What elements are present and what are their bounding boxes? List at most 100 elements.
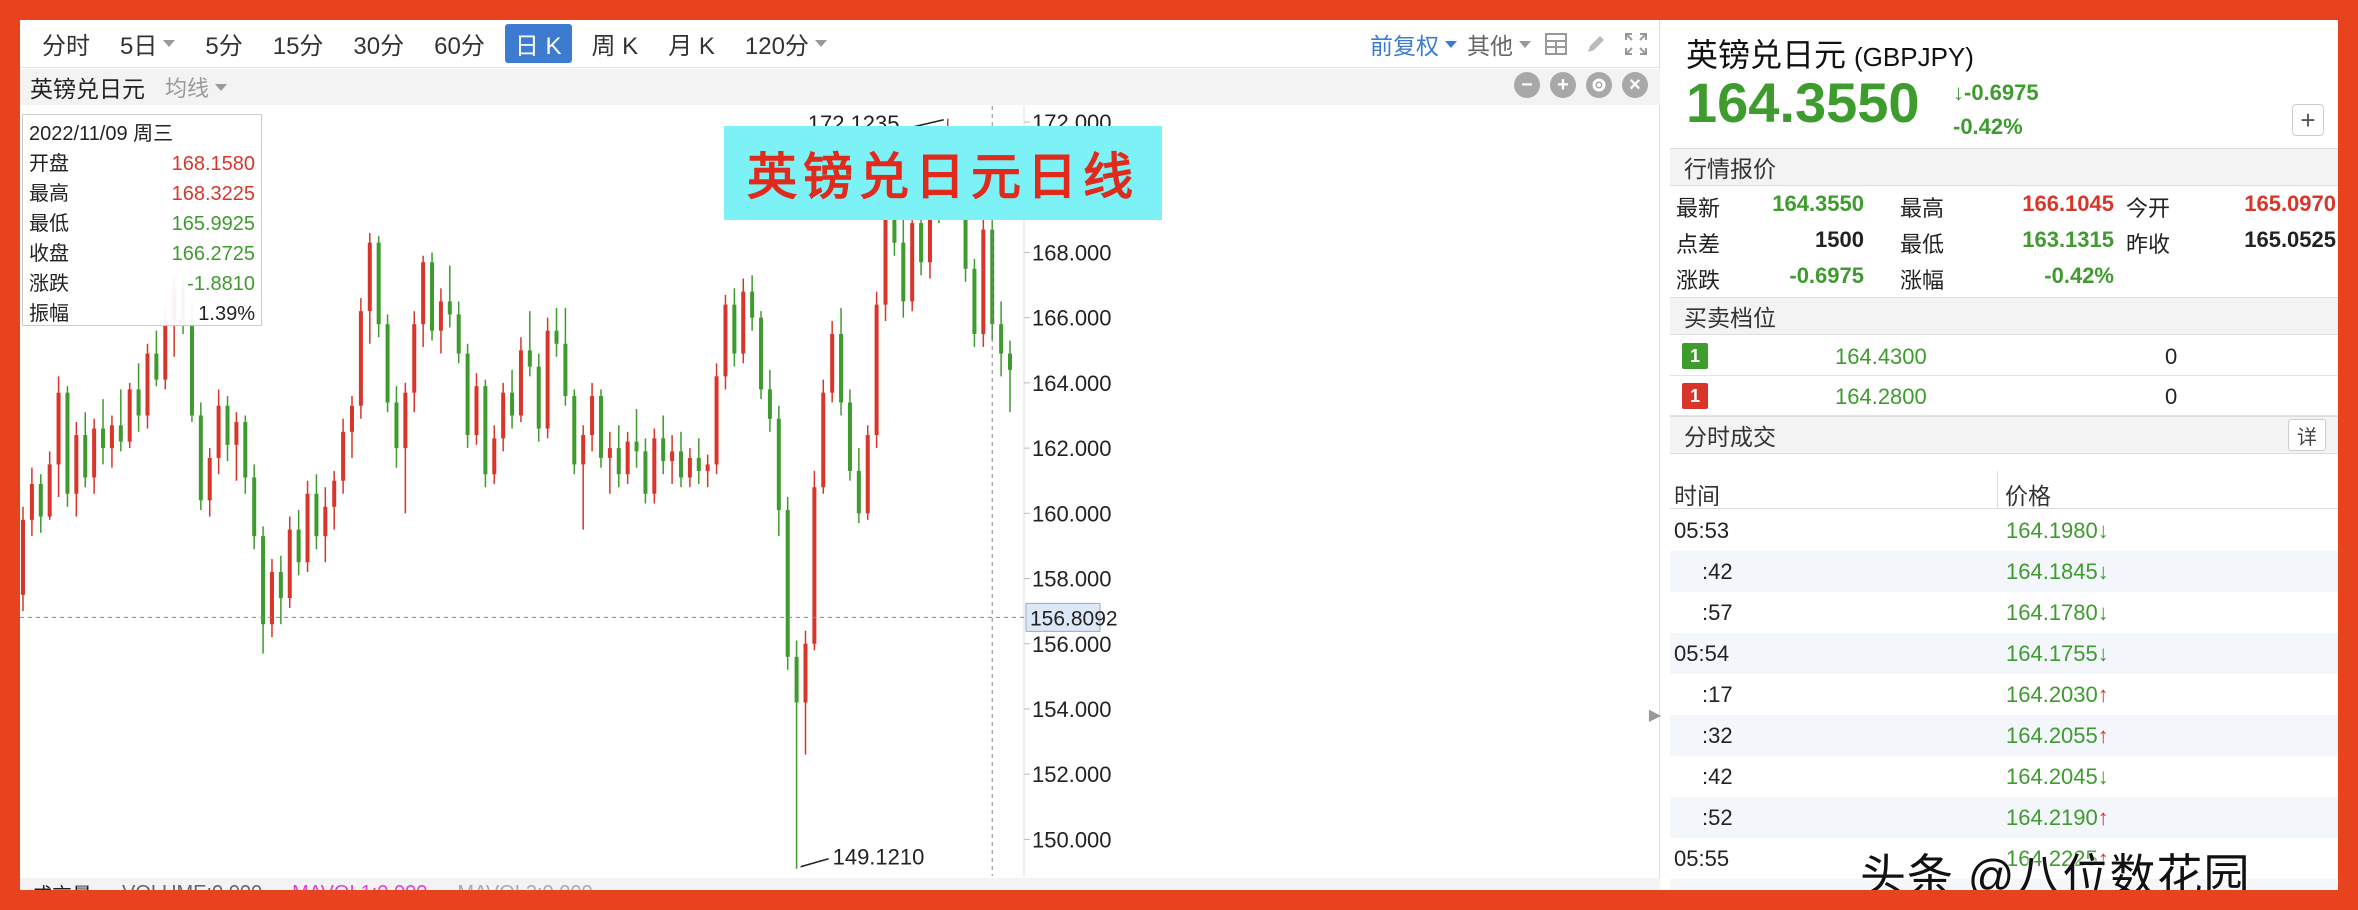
chevron-down-icon xyxy=(215,83,228,91)
period-tab-9[interactable]: 120分 xyxy=(735,24,837,63)
info-label: 最高 xyxy=(29,183,69,205)
trade-price: 164.2055↑ xyxy=(2006,723,2109,749)
fullscreen-icon[interactable] xyxy=(1621,29,1651,59)
trade-price-value: 164.2055 xyxy=(2006,723,2098,748)
candle-body xyxy=(341,431,346,481)
period-tab-4[interactable]: 30分 xyxy=(343,24,414,63)
period-tab-0[interactable]: 分时 xyxy=(32,24,100,63)
candle-body xyxy=(518,350,523,416)
info-value: -1.8810 xyxy=(187,273,255,295)
zoom-out-icon[interactable]: − xyxy=(1514,72,1540,98)
candle-body xyxy=(607,448,612,458)
trades-list[interactable]: 05:53 164.1980↓:42 164.1845↓:57 164.1780↓ 05… xyxy=(1670,510,2338,890)
candle xyxy=(670,435,675,484)
candlestick-chart[interactable]: 172.000170.000168.000166.000164.000162.0… xyxy=(20,106,1660,876)
trade-price: 164.2045↓ xyxy=(2006,764,2109,790)
volume-header: 成交量 VOLUME:0.000 MAVOL1:0.000 MAVOL2:0.0… xyxy=(20,878,1660,890)
candle xyxy=(847,389,852,481)
close-icon[interactable]: × xyxy=(1622,72,1648,98)
candle xyxy=(447,265,452,328)
candle xyxy=(527,311,532,377)
candle xyxy=(981,213,986,348)
trade-time: 05:54 xyxy=(1674,641,1730,666)
candle xyxy=(349,395,355,458)
trade-row: :42 164.2045↓ xyxy=(1670,756,2338,797)
period-tab-2[interactable]: 5分 xyxy=(195,24,252,63)
level-badge: 1 xyxy=(1682,343,1708,369)
gear-icon[interactable] xyxy=(1586,72,1612,98)
quote-row-2: 涨跌 -0.6975 涨幅 -0.42% xyxy=(1670,259,2338,295)
y-tick-label: 158.000 xyxy=(1032,567,1112,592)
candle xyxy=(47,451,52,520)
trade-time: 05:55 xyxy=(1674,846,1730,871)
info-row-1: 最高 168.3225 xyxy=(29,179,255,209)
candle-body xyxy=(981,229,986,334)
arrow-down-icon: ↓ xyxy=(2097,600,2109,625)
candle-body xyxy=(56,392,61,465)
candle-body xyxy=(678,451,684,478)
candle-body xyxy=(643,451,648,494)
period-tab-7[interactable]: 周 K xyxy=(582,24,649,63)
add-watchlist-button[interactable]: + xyxy=(2292,104,2324,136)
y-tick-label: 160.000 xyxy=(1032,501,1112,526)
period-tab-3[interactable]: 15分 xyxy=(263,24,334,63)
info-row-3: 收盘 166.2725 xyxy=(29,239,255,269)
candle xyxy=(554,307,559,357)
section-trades-header: 分时成交 详 xyxy=(1670,416,2338,454)
period-tab-8[interactable]: 月 K xyxy=(658,24,725,63)
title-banner-text: 英镑兑日元日线 xyxy=(747,147,1139,206)
candle-body xyxy=(332,480,337,507)
section-quote-title: 行情报价 xyxy=(1684,156,1776,182)
candle xyxy=(714,363,719,475)
candle-body xyxy=(705,464,710,471)
quote-row-0: 最新 164.3550 最高 166.1045 今开 165.0970 xyxy=(1670,187,2338,223)
candle xyxy=(812,470,817,651)
chevron-down-icon xyxy=(814,40,827,47)
candle-body xyxy=(278,572,283,599)
detail-button[interactable]: 详 xyxy=(2288,419,2326,451)
candle-body xyxy=(865,435,870,514)
ma-dropdown[interactable]: 均线 xyxy=(165,71,228,103)
adjust-dropdown[interactable]: 前复权 xyxy=(1370,27,1457,61)
candle-body xyxy=(74,435,79,494)
pencil-icon[interactable] xyxy=(1581,29,1611,59)
candle-body xyxy=(29,483,34,520)
layout-grid-icon[interactable] xyxy=(1541,29,1571,59)
zoom-in-icon[interactable]: + xyxy=(1550,72,1576,98)
candle xyxy=(1007,340,1013,413)
orderbook-row-0: 1 164.4300 0 xyxy=(1670,336,2338,376)
candle xyxy=(385,314,390,413)
candle xyxy=(741,278,746,364)
arrow-down-icon: ↓ xyxy=(1953,80,1964,105)
candle-body xyxy=(527,350,532,367)
trade-price-value: 164.1980 xyxy=(2006,518,2098,543)
candle xyxy=(767,369,772,432)
candle xyxy=(154,330,159,387)
trade-price-value: 164.1780 xyxy=(2006,600,2098,625)
trade-price-value: 164.1755 xyxy=(2006,641,2098,666)
quote-price: 164.3550 xyxy=(1686,71,1920,134)
candle-body xyxy=(661,438,666,462)
candle-body xyxy=(634,441,639,452)
candle xyxy=(492,425,497,484)
other-dropdown[interactable]: 其他 xyxy=(1467,27,1531,61)
arrow-down-icon: ↓ xyxy=(2097,518,2109,543)
candle xyxy=(323,487,328,563)
quote-change: ↓-0.6975 -0.42% xyxy=(1953,76,2039,144)
info-label: 涨跌 xyxy=(29,273,69,295)
candle-body xyxy=(438,301,443,331)
info-label: 最低 xyxy=(29,213,69,235)
collapse-panel-icon[interactable]: ▶ xyxy=(1645,700,1665,730)
period-tab-5[interactable]: 60分 xyxy=(424,24,495,63)
orderbook-qty: 0 xyxy=(2165,384,2178,409)
candle-body xyxy=(830,333,835,393)
y-tick-label: 164.000 xyxy=(1032,371,1112,396)
period-tab-6[interactable]: 日 K xyxy=(504,24,572,63)
candle-body xyxy=(874,304,879,436)
candle xyxy=(92,418,97,494)
candle xyxy=(705,454,710,488)
info-value: 165.9925 xyxy=(171,213,255,235)
candle xyxy=(776,405,781,537)
candle xyxy=(341,418,346,494)
period-tab-1[interactable]: 5日 xyxy=(110,24,185,63)
